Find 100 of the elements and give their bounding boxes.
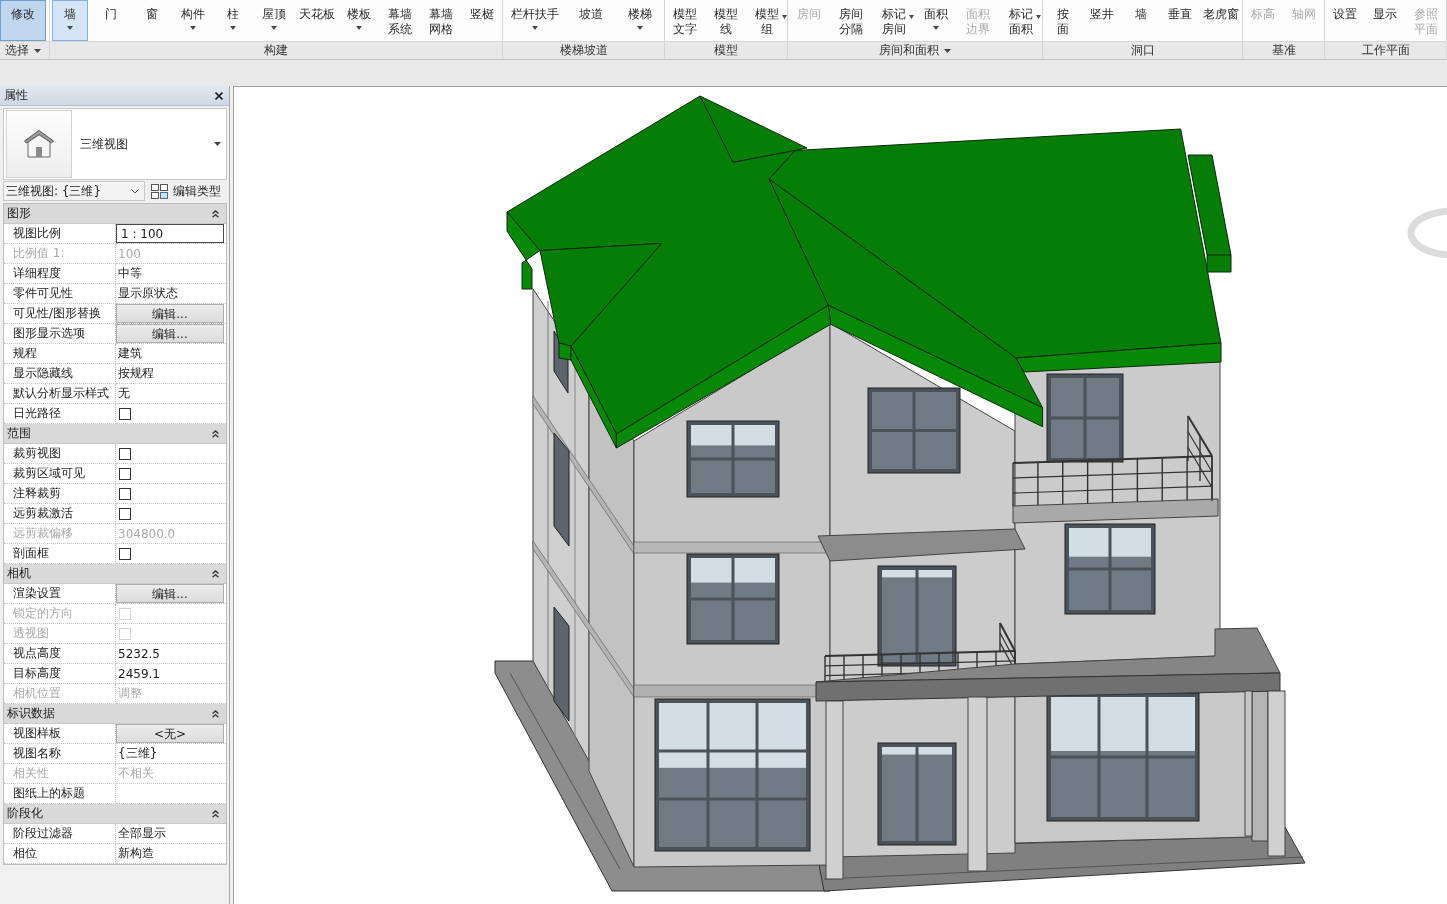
ribbon-button[interactable]: 柱 bbox=[215, 0, 252, 41]
ribbon-button[interactable]: 模型线 bbox=[708, 0, 744, 41]
property-label: 比例值 1: bbox=[13, 245, 65, 262]
section-title: 阶段化 bbox=[7, 805, 43, 822]
edit-button[interactable]: 编辑... bbox=[116, 324, 224, 343]
ribbon-button[interactable]: 墙 bbox=[52, 0, 89, 41]
ribbon-button[interactable]: 设置 bbox=[1327, 0, 1364, 41]
ribbon-panel-label: 洞口 bbox=[1130, 42, 1155, 59]
property-label: 渲染设置 bbox=[13, 585, 61, 602]
checkbox[interactable] bbox=[119, 487, 131, 500]
property-label: 阶段过滤器 bbox=[13, 825, 73, 842]
ribbon-button[interactable]: 房间分隔 bbox=[833, 0, 870, 41]
section-header[interactable]: 阶段化 bbox=[4, 804, 226, 824]
ribbon-panel-label[interactable]: 选择 bbox=[5, 42, 29, 59]
ribbon-panel-label: 工作平面 bbox=[1361, 42, 1410, 59]
property-label: 零件可见性 bbox=[13, 285, 73, 302]
house-icon bbox=[23, 129, 55, 159]
property-label: 锁定的方向 bbox=[13, 605, 73, 622]
ribbon-panel-label: 模型 bbox=[714, 42, 738, 59]
property-value: 100 bbox=[118, 246, 141, 261]
checkbox[interactable] bbox=[119, 507, 131, 520]
property-value: 建筑 bbox=[118, 345, 142, 362]
close-icon[interactable] bbox=[215, 91, 223, 100]
property-label: 远剪裁激活 bbox=[13, 505, 73, 522]
ribbon-button[interactable]: 幕墙网格 bbox=[422, 0, 459, 41]
section-title: 相机 bbox=[7, 565, 31, 582]
ribbon-button[interactable]: 老虎窗 bbox=[1200, 0, 1241, 41]
ribbon-button[interactable]: 坡道 bbox=[573, 0, 610, 41]
ribbon-button[interactable]: 构件 bbox=[174, 0, 211, 41]
ribbon-button[interactable]: 模型组 bbox=[748, 0, 785, 41]
ribbon-button[interactable]: 门 bbox=[93, 0, 130, 41]
ribbon-button[interactable]: 显示 bbox=[1367, 0, 1404, 41]
chevron-down-icon bbox=[131, 188, 139, 194]
ribbon-button[interactable]: 幕墙系统 bbox=[382, 0, 419, 41]
ribbon-button[interactable]: 标记房间 bbox=[875, 0, 912, 41]
section-header[interactable]: 图形 bbox=[4, 204, 226, 224]
property-label: 相关性 bbox=[13, 765, 49, 782]
property-label: 可见性/图形替换 bbox=[13, 305, 102, 322]
property-value: 无 bbox=[118, 385, 130, 402]
property-value: 5232.5 bbox=[118, 646, 160, 661]
property-label: 剖面框 bbox=[13, 545, 49, 562]
section-title: 标识数据 bbox=[7, 705, 55, 722]
property-label: 视图比例 bbox=[13, 225, 61, 242]
ribbon-button[interactable]: 模型文字 bbox=[667, 0, 704, 41]
value-field[interactable]: 1 : 100 bbox=[116, 224, 224, 243]
view-instance-dropdown[interactable]: 三维视图: {三维} bbox=[3, 181, 145, 201]
ribbon-button[interactable]: 窗 bbox=[133, 0, 170, 41]
caret-icon[interactable] bbox=[34, 48, 41, 53]
section-title: 范围 bbox=[7, 425, 31, 442]
section-header[interactable]: 相机 bbox=[4, 564, 226, 584]
property-label: 详细程度 bbox=[13, 265, 61, 282]
property-label: 裁剪视图 bbox=[13, 445, 61, 462]
ribbon-panel-label: 基准 bbox=[1271, 42, 1296, 59]
ribbon-panel-label[interactable]: 房间和面积 bbox=[879, 42, 939, 59]
property-value: 全部显示 bbox=[118, 825, 166, 842]
view-canvas[interactable] bbox=[233, 86, 1447, 904]
ribbon-button[interactable]: 墙 bbox=[1122, 0, 1159, 41]
ribbon-button[interactable]: 楼梯 bbox=[621, 0, 658, 41]
ribbon-panel-label: 楼梯坡道 bbox=[559, 42, 608, 59]
ribbon-button[interactable]: 栏杆扶手 bbox=[509, 0, 562, 41]
ribbon-button[interactable]: 竖井 bbox=[1083, 0, 1120, 41]
property-label: 裁剪区域可见 bbox=[13, 465, 85, 482]
checkbox[interactable] bbox=[119, 547, 131, 560]
type-selector[interactable]: 三维视图 bbox=[3, 108, 227, 180]
checkbox[interactable] bbox=[119, 447, 131, 460]
ribbon-button[interactable]: 竖梃 bbox=[463, 0, 500, 41]
section-header[interactable]: 范围 bbox=[4, 424, 226, 444]
ribbon-button[interactable]: 按面 bbox=[1044, 0, 1081, 41]
section-header[interactable]: 标识数据 bbox=[4, 704, 226, 724]
ribbon-button[interactable]: 垂直 bbox=[1161, 0, 1198, 41]
property-label: 图纸上的标题 bbox=[13, 785, 85, 802]
ribbon-button[interactable]: 标记面积 bbox=[1002, 0, 1039, 41]
property-value: 不相关 bbox=[118, 765, 154, 782]
panel-title: 属性 bbox=[4, 87, 28, 104]
property-label: 图形显示选项 bbox=[13, 325, 85, 342]
property-value: {三维} bbox=[118, 745, 158, 762]
caret-icon[interactable] bbox=[944, 48, 951, 53]
ribbon-button[interactable]: 面积 bbox=[918, 0, 955, 41]
property-label: 规程 bbox=[13, 345, 37, 362]
edit-button[interactable]: 编辑... bbox=[116, 584, 224, 603]
property-value: 新构造 bbox=[118, 845, 154, 862]
ribbon-panel-label: 构建 bbox=[264, 42, 288, 59]
property-value: 中等 bbox=[118, 265, 142, 282]
ribbon-button[interactable]: 楼板 bbox=[341, 0, 378, 41]
property-value: 按规程 bbox=[118, 365, 154, 382]
ribbon-button[interactable]: 天花板 bbox=[296, 0, 337, 41]
edit-button[interactable]: <无> bbox=[116, 724, 224, 743]
property-label: 默认分析显示样式 bbox=[13, 385, 109, 402]
property-label: 视点高度 bbox=[13, 645, 61, 662]
property-label: 视图名称 bbox=[13, 745, 61, 762]
checkbox[interactable] bbox=[119, 407, 131, 420]
edit-button[interactable]: 编辑... bbox=[116, 304, 224, 323]
ribbon-button[interactable]: 屋顶 bbox=[255, 0, 292, 41]
property-label: 相位 bbox=[13, 845, 37, 862]
property-value: 2459.1 bbox=[118, 666, 160, 681]
ribbon-button[interactable]: 修改 bbox=[0, 0, 46, 41]
edit-type-button[interactable]: 编辑类型 bbox=[149, 182, 223, 200]
checkbox[interactable] bbox=[119, 467, 131, 480]
dropdown-arrow-icon[interactable] bbox=[214, 142, 221, 146]
property-label: 相机位置 bbox=[13, 685, 61, 702]
